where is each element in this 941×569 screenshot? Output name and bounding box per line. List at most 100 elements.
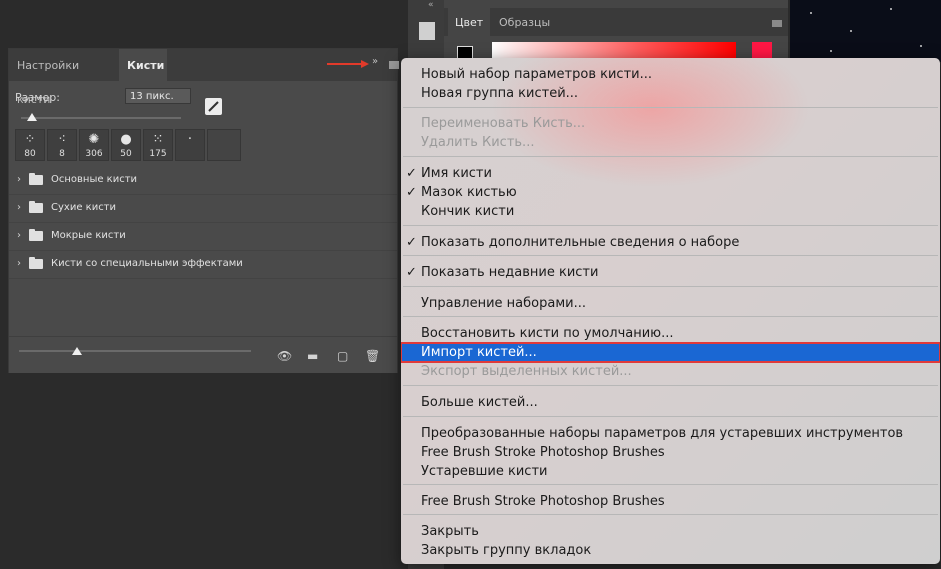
brush-group-row[interactable]: › Мокрые кисти (9, 223, 397, 251)
new-brush-icon[interactable]: ▢ (337, 349, 348, 363)
brush-preset[interactable]: · (175, 129, 205, 161)
brush-tip-icon: ● (120, 132, 132, 147)
folder-icon (29, 173, 43, 185)
menu-item-label: Восстановить кисти по умолчанию... (421, 326, 674, 341)
brush-group-name: Сухие кисти (51, 202, 117, 213)
history-icon[interactable] (419, 22, 435, 40)
menu-item-label: Показать недавние кисти (421, 265, 599, 280)
menu-item-label: Переименовать Кисть... (421, 116, 586, 131)
collapse-panels-button[interactable]: « (428, 0, 434, 10)
chevron-right-icon[interactable]: › (17, 258, 21, 269)
menu-item-label: Новая группа кистей... (421, 86, 579, 101)
menu-separator (403, 107, 938, 108)
checkmark-icon: ✓ (406, 265, 417, 280)
menu-item-label: Устаревшие кисти (421, 464, 548, 479)
brush-group-name: Основные кисти (51, 174, 138, 185)
menu-item[interactable]: Преобразованные наборы параметров для ус… (401, 424, 940, 443)
brushes-panel: Настройки кисти Кисти » Размер: 13 пикс.… (8, 48, 399, 373)
brush-tip-icon: ⁘ (24, 132, 36, 147)
brush-group-row[interactable]: › Кисти со специальными эффектами (9, 251, 397, 279)
menu-item[interactable]: Новый набор параметров кисти... (401, 65, 940, 84)
brush-tip-icon: ⁖ (58, 132, 66, 147)
checkmark-icon: ✓ (406, 235, 417, 250)
canvas-background (790, 0, 941, 62)
brush-preset-size: 175 (149, 149, 167, 159)
brush-tip-icon: · (187, 132, 193, 147)
menu-item[interactable]: Кончик кисти (401, 202, 940, 221)
menu-separator (403, 255, 938, 256)
menu-item-label: Free Brush Stroke Photoshop Brushes (421, 445, 665, 460)
brush-tip-icon: ✺ (88, 132, 100, 147)
menu-item-label: Free Brush Stroke Photoshop Brushes (421, 494, 665, 509)
red-arrow-annotation (327, 60, 369, 68)
menu-item[interactable]: Импорт кистей... (401, 342, 940, 363)
brush-group-row[interactable]: › Сухие кисти (9, 195, 397, 223)
menu-item-label: Управление наборами... (421, 296, 586, 311)
menu-separator (403, 385, 938, 386)
menu-item-label: Экспорт выделенных кистей... (421, 364, 632, 379)
color-panel-menu-button[interactable] (772, 20, 782, 27)
menu-separator (403, 514, 938, 515)
menu-item[interactable]: Устаревшие кисти (401, 462, 940, 481)
menu-item[interactable]: Больше кистей... (401, 393, 940, 412)
brush-preset-size: 80 (24, 149, 36, 159)
size-input[interactable]: 13 пикс. (125, 88, 191, 104)
brush-preset-size: 50 (120, 149, 132, 159)
brush-group-name: Мокрые кисти (51, 230, 126, 241)
brush-group-name: Кисти со специальными эффектами (51, 258, 243, 269)
tab-brushes[interactable]: Кисти (119, 49, 167, 81)
size-slider-track[interactable] (21, 117, 181, 119)
brush-preset[interactable]: ⁖ 8 (47, 129, 77, 161)
panel-menu-button[interactable] (389, 61, 399, 69)
menu-separator (403, 316, 938, 317)
tab-swatches[interactable]: Образцы (492, 8, 557, 36)
preview-slider-track[interactable] (19, 350, 251, 352)
menu-item-label: Больше кистей... (421, 395, 538, 410)
menu-item-label: Показать дополнительные сведения о набор… (421, 235, 740, 250)
menu-item-label: Новый набор параметров кисти... (421, 67, 652, 82)
menu-item[interactable]: ✓ Показать недавние кисти (401, 263, 940, 282)
brush-preset[interactable]: ⁘ 80 (15, 129, 45, 161)
menu-item[interactable]: Free Brush Stroke Photoshop Brushes (401, 492, 940, 511)
menu-item[interactable]: Закрыть (401, 522, 940, 541)
menu-item[interactable]: Закрыть группу вкладок (401, 541, 940, 560)
folder-icon (29, 257, 43, 269)
menu-item: Переименовать Кисть... (401, 114, 940, 133)
menu-item: Удалить Кисть... (401, 133, 940, 152)
menu-item-label: Кончик кисти (421, 204, 515, 219)
menu-item-label: Имя кисти (421, 166, 492, 181)
brush-preset[interactable]: ● 50 (111, 129, 141, 161)
tab-brush-settings[interactable]: Настройки кисти (9, 49, 119, 106)
chevron-right-icon[interactable]: › (17, 202, 21, 213)
eye-toggle-icon[interactable]: 👁 (277, 349, 292, 363)
folder-icon (29, 229, 43, 241)
menu-item[interactable]: Восстановить кисти по умолчанию... (401, 324, 940, 343)
brushes-panel-footer: 👁 ▬ ▢ 🗑 (9, 336, 397, 373)
menu-item-label: Закрыть (421, 524, 479, 539)
checkmark-icon: ✓ (406, 185, 417, 200)
menu-item[interactable]: ✓ Показать дополнительные сведения о набо… (401, 233, 940, 252)
trash-icon[interactable]: 🗑 (365, 349, 380, 363)
new-group-folder-icon[interactable]: ▬ (307, 349, 318, 363)
menu-item[interactable]: Новая группа кистей... (401, 84, 940, 103)
brush-preset-size: 8 (59, 149, 65, 159)
recent-brushes-strip: ⁘ 80 ⁖ 8 ✺ 306 ● 50 ⁙ 175 · (15, 129, 243, 163)
brush-preset-empty (207, 129, 241, 161)
preview-slider-thumb[interactable] (72, 347, 82, 355)
menu-item-label: Закрыть группу вкладок (421, 543, 592, 558)
chevron-right-icon[interactable]: › (17, 174, 21, 185)
brush-group-row[interactable]: › Основные кисти (9, 167, 397, 195)
menu-item[interactable]: Управление наборами... (401, 294, 940, 313)
menu-item[interactable]: Free Brush Stroke Photoshop Brushes (401, 443, 940, 462)
brush-preset[interactable]: ⁙ 175 (143, 129, 173, 161)
tab-color[interactable]: Цвет (448, 8, 491, 36)
chevron-right-icon[interactable]: › (17, 230, 21, 241)
size-slider-thumb[interactable] (27, 113, 38, 121)
panel-menu-arrows: » (372, 56, 379, 67)
menu-item[interactable]: ✓ Мазок кистью (401, 183, 940, 202)
brush-preset[interactable]: ✺ 306 (79, 129, 109, 161)
menu-separator (403, 156, 938, 157)
menu-item[interactable]: ✓ Имя кисти (401, 164, 940, 183)
menu-item: Экспорт выделенных кистей... (401, 362, 940, 381)
brush-edit-icon[interactable] (205, 98, 222, 115)
